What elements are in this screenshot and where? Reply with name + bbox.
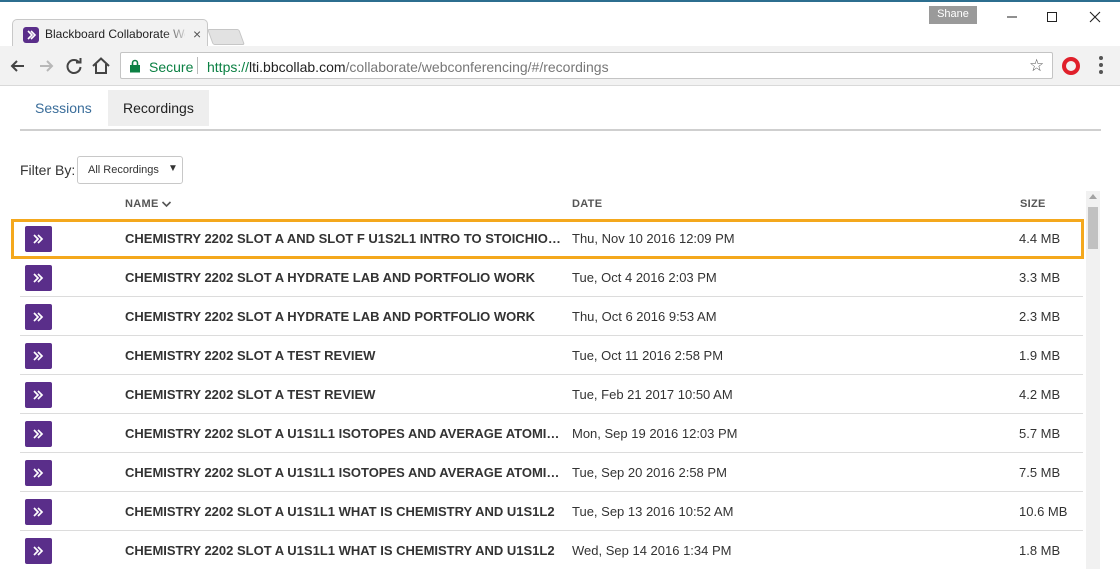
recording-name[interactable]: CHEMISTRY 2202 SLOT A HYDRATE LAB AND PO… [125, 309, 568, 324]
list-scrollbar[interactable] [1086, 191, 1100, 569]
recording-date: Thu, Oct 6 2016 9:53 AM [572, 309, 717, 324]
play-chevron-icon[interactable] [25, 538, 52, 564]
page-tabs: Sessions Recordings [20, 89, 1101, 131]
table-row[interactable]: CHEMISTRY 2202 SLOT A U1S1L1 WHAT IS CHE… [20, 531, 1083, 569]
recording-name[interactable]: CHEMISTRY 2202 SLOT A U1S1L1 WHAT IS CHE… [125, 504, 568, 519]
recording-name[interactable]: CHEMISTRY 2202 SLOT A TEST REVIEW [125, 348, 568, 363]
new-tab-button[interactable] [207, 29, 245, 45]
url-path: /collaborate/webconferencing/#/recording… [345, 59, 609, 75]
maximize-icon[interactable] [1037, 6, 1067, 28]
recording-name[interactable]: CHEMISTRY 2202 SLOT A U1S1L1 WHAT IS CHE… [125, 543, 568, 558]
table-row[interactable]: CHEMISTRY 2202 SLOT A AND SLOT F U1S2L1 … [20, 219, 1083, 258]
recording-size: 5.7 MB [1019, 426, 1061, 441]
bookmark-star-icon[interactable]: ☆ [1029, 56, 1044, 76]
play-chevron-icon[interactable] [25, 460, 52, 486]
recording-name[interactable]: CHEMISTRY 2202 SLOT A AND SLOT F U1S2L1 … [125, 231, 568, 246]
secure-label: Secure [149, 59, 194, 75]
recording-date: Tue, Sep 20 2016 2:58 PM [572, 465, 727, 480]
recording-size: 7.5 MB [1019, 465, 1061, 480]
column-header-date[interactable]: DATE [572, 198, 602, 210]
recording-size: 1.9 MB [1019, 348, 1061, 363]
tab-title-fade [163, 24, 189, 44]
recording-name[interactable]: CHEMISTRY 2202 SLOT A U1S1L1 ISOTOPES AN… [125, 426, 568, 441]
dropdown-caret-icon: ▼ [168, 163, 178, 174]
table-row[interactable]: CHEMISTRY 2202 SLOT A U1S1L1 WHAT IS CHE… [20, 492, 1083, 531]
recording-date: Tue, Feb 21 2017 10:50 AM [572, 387, 733, 402]
reload-icon[interactable] [63, 55, 85, 77]
column-header-name[interactable]: NAME [125, 198, 172, 210]
url-host: lti.bbcollab.com [249, 59, 346, 75]
browser-toolbar: Secure https://lti.bbcollab.com/collabor… [0, 46, 1120, 86]
scroll-up-arrow-icon[interactable] [1089, 194, 1097, 199]
profile-badge[interactable]: Shane [929, 6, 977, 24]
forward-arrow-icon[interactable] [35, 55, 57, 77]
recording-size: 4.2 MB [1019, 387, 1061, 402]
recording-name[interactable]: CHEMISTRY 2202 SLOT A U1S1L1 ISOTOPES AN… [125, 465, 568, 480]
table-row[interactable]: CHEMISTRY 2202 SLOT A HYDRATE LAB AND PO… [20, 297, 1083, 336]
lock-icon [129, 59, 141, 78]
recording-size: 2.3 MB [1019, 309, 1061, 324]
table-row[interactable]: CHEMISTRY 2202 SLOT A U1S1L1 ISOTOPES AN… [20, 414, 1083, 453]
filter-selected-value: All Recordings [88, 164, 159, 176]
home-icon[interactable] [90, 55, 112, 77]
tab-sessions[interactable]: Sessions [20, 90, 107, 126]
recording-size: 1.8 MB [1019, 543, 1061, 558]
table-row[interactable]: CHEMISTRY 2202 SLOT A TEST REVIEW Tue, F… [20, 375, 1083, 414]
url-text: https://lti.bbcollab.com/collaborate/web… [207, 59, 609, 75]
recording-date: Mon, Sep 19 2016 12:03 PM [572, 426, 738, 441]
column-header-name-label: NAME [125, 198, 159, 210]
window-close-icon[interactable] [1080, 6, 1110, 28]
recording-date: Tue, Sep 13 2016 10:52 AM [572, 504, 734, 519]
play-chevron-icon[interactable] [25, 421, 52, 447]
browser-tab[interactable]: Blackboard Collaborate Web × [12, 19, 208, 49]
recording-date: Thu, Nov 10 2016 12:09 PM [572, 231, 735, 246]
recording-size: 4.4 MB [1019, 231, 1061, 246]
filter-select[interactable]: All Recordings ▼ [77, 156, 183, 184]
tab-close-icon[interactable]: × [193, 25, 201, 43]
filter-label: Filter By: [20, 162, 76, 178]
back-arrow-icon[interactable] [7, 55, 29, 77]
recordings-list: CHEMISTRY 2202 SLOT A AND SLOT F U1S2L1 … [20, 219, 1083, 569]
recording-date: Tue, Oct 4 2016 2:03 PM [572, 270, 717, 285]
play-chevron-icon[interactable] [25, 304, 52, 330]
recording-date: Wed, Sep 14 2016 1:34 PM [572, 543, 732, 558]
collaborate-logo-icon [23, 27, 39, 43]
column-header-size[interactable]: SIZE [1020, 198, 1046, 210]
recording-size: 10.6 MB [1019, 504, 1068, 519]
url-scheme: https:// [207, 59, 250, 75]
table-row[interactable]: CHEMISTRY 2202 SLOT A TEST REVIEW Tue, O… [20, 336, 1083, 375]
tab-recordings[interactable]: Recordings [108, 90, 209, 126]
browser-menu-icon[interactable] [1098, 56, 1104, 76]
play-chevron-icon[interactable] [25, 343, 52, 369]
minimize-icon[interactable] [997, 6, 1027, 28]
play-chevron-icon[interactable] [25, 265, 52, 291]
address-bar[interactable]: Secure https://lti.bbcollab.com/collabor… [120, 52, 1053, 79]
opera-extension-icon[interactable] [1062, 57, 1080, 75]
table-row[interactable]: CHEMISTRY 2202 SLOT A HYDRATE LAB AND PO… [20, 258, 1083, 297]
omnibox-divider [197, 57, 198, 74]
play-chevron-icon[interactable] [25, 382, 52, 408]
recording-date: Tue, Oct 11 2016 2:58 PM [572, 348, 724, 363]
recording-name[interactable]: CHEMISTRY 2202 SLOT A HYDRATE LAB AND PO… [125, 270, 568, 285]
play-chevron-icon[interactable] [25, 499, 52, 525]
scrollbar-thumb[interactable] [1088, 207, 1098, 249]
recording-name[interactable]: CHEMISTRY 2202 SLOT A TEST REVIEW [125, 387, 568, 402]
recording-size: 3.3 MB [1019, 270, 1061, 285]
browser-tab-strip: Blackboard Collaborate Web × Shane [0, 2, 1120, 49]
table-row[interactable]: CHEMISTRY 2202 SLOT A U1S1L1 ISOTOPES AN… [20, 453, 1083, 492]
play-chevron-icon[interactable] [25, 226, 52, 252]
chevron-down-icon [161, 201, 171, 208]
